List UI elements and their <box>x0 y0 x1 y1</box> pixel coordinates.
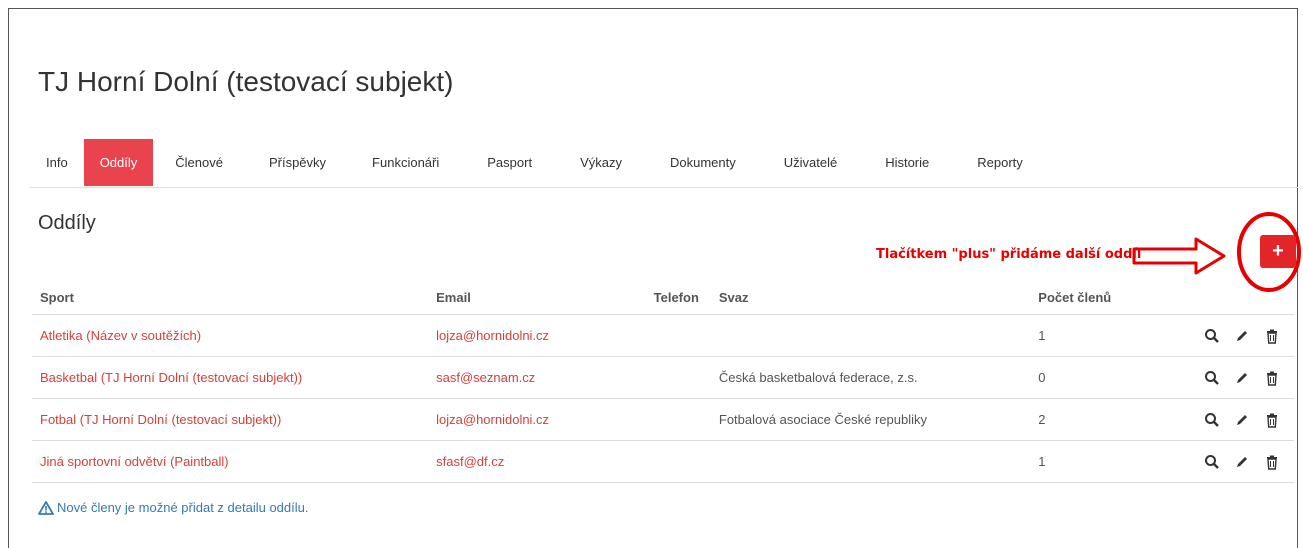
tab-clenove[interactable]: Členové <box>153 139 247 186</box>
trash-icon[interactable] <box>1264 454 1280 470</box>
search-icon[interactable] <box>1204 412 1220 428</box>
telefon-cell <box>605 314 711 357</box>
trash-icon[interactable] <box>1264 328 1280 344</box>
telefon-cell <box>605 356 711 399</box>
svaz-cell: Fotbalová asociace České republiky <box>710 398 1031 441</box>
table-row: Fotbal (TJ Horní Dolní (testovací subjek… <box>32 398 1294 441</box>
svaz-cell <box>710 314 1031 357</box>
tab-pasport[interactable]: Pasport <box>463 139 556 186</box>
table-row: Jiná sportovní odvětví (Paintball) sfasf… <box>32 440 1294 483</box>
tab-funkcionari[interactable]: Funkcionáři <box>348 139 463 186</box>
tab-vykazy[interactable]: Výkazy <box>556 139 646 186</box>
info-note: Nové členy je možné přidat z detailu odd… <box>38 500 308 515</box>
pocet-cell: 0 <box>1030 356 1196 399</box>
search-icon[interactable] <box>1204 328 1220 344</box>
tab-info[interactable]: Info <box>30 139 84 186</box>
add-oddil-button[interactable]: + <box>1260 235 1296 268</box>
trash-icon[interactable] <box>1264 412 1280 428</box>
trash-icon[interactable] <box>1264 370 1280 386</box>
column-header-pocet: Počet členů <box>1030 280 1196 315</box>
page-title: TJ Horní Dolní (testovací subjekt) <box>38 66 454 97</box>
telefon-cell <box>605 398 711 441</box>
telefon-cell <box>605 440 711 483</box>
table-row: Basketbal (TJ Horní Dolní (testovací sub… <box>32 356 1294 399</box>
info-note-text: Nové členy je možné přidat z detailu odd… <box>57 500 309 515</box>
column-header-actions <box>1196 280 1294 315</box>
tab-uzivatele[interactable]: Uživatelé <box>760 139 861 186</box>
annotation-arrow-icon <box>1132 237 1226 275</box>
sport-link[interactable]: Jiná sportovní odvětví (Paintball) <box>40 454 229 469</box>
email-link[interactable]: sasf@seznam.cz <box>436 370 535 385</box>
edit-pencil-icon[interactable] <box>1234 412 1250 428</box>
annotation-text: Tlačítkem "plus" přidáme další oddíl <box>876 247 1142 262</box>
edit-pencil-icon[interactable] <box>1234 454 1250 470</box>
svaz-cell: Česká basketbalová federace, z.s. <box>710 356 1031 399</box>
tab-dokumenty[interactable]: Dokumenty <box>646 139 760 186</box>
column-header-telefon: Telefon <box>605 280 711 315</box>
sport-link[interactable]: Atletika (Název v soutěžích) <box>40 328 201 343</box>
tab-oddily[interactable]: Oddíly <box>83 139 154 186</box>
column-header-email: Email <box>428 280 605 315</box>
section-title: Oddíly <box>38 212 96 234</box>
column-header-svaz: Svaz <box>710 280 1031 315</box>
pocet-cell: 1 <box>1030 440 1196 483</box>
pocet-cell: 1 <box>1030 314 1196 357</box>
tab-prispevky[interactable]: Příspěvky <box>247 139 348 186</box>
tab-bar: Info Oddíly Členové Příspěvky Funkcionář… <box>30 139 1298 188</box>
tab-reporty[interactable]: Reporty <box>953 139 1047 186</box>
email-link[interactable]: lojza@hornidolni.cz <box>436 328 549 343</box>
column-header-sport: Sport <box>32 280 429 315</box>
pocet-cell: 2 <box>1030 398 1196 441</box>
warning-icon <box>38 500 54 515</box>
sport-link[interactable]: Basketbal (TJ Horní Dolní (testovací sub… <box>40 370 302 385</box>
edit-pencil-icon[interactable] <box>1234 370 1250 386</box>
email-link[interactable]: sfasf@df.cz <box>436 454 504 469</box>
search-icon[interactable] <box>1204 370 1220 386</box>
email-link[interactable]: lojza@hornidolni.cz <box>436 412 549 427</box>
table-header-row: Sport Email Telefon Svaz Počet členů <box>32 280 1294 315</box>
sport-link[interactable]: Fotbal (TJ Horní Dolní (testovací subjek… <box>40 412 281 427</box>
svaz-cell <box>710 440 1031 483</box>
search-icon[interactable] <box>1204 454 1220 470</box>
edit-pencil-icon[interactable] <box>1234 328 1250 344</box>
tab-historie[interactable]: Historie <box>861 139 953 186</box>
oddily-table: Sport Email Telefon Svaz Počet členů Atl… <box>32 280 1294 483</box>
table-row: Atletika (Název v soutěžích) lojza@horni… <box>32 314 1294 357</box>
